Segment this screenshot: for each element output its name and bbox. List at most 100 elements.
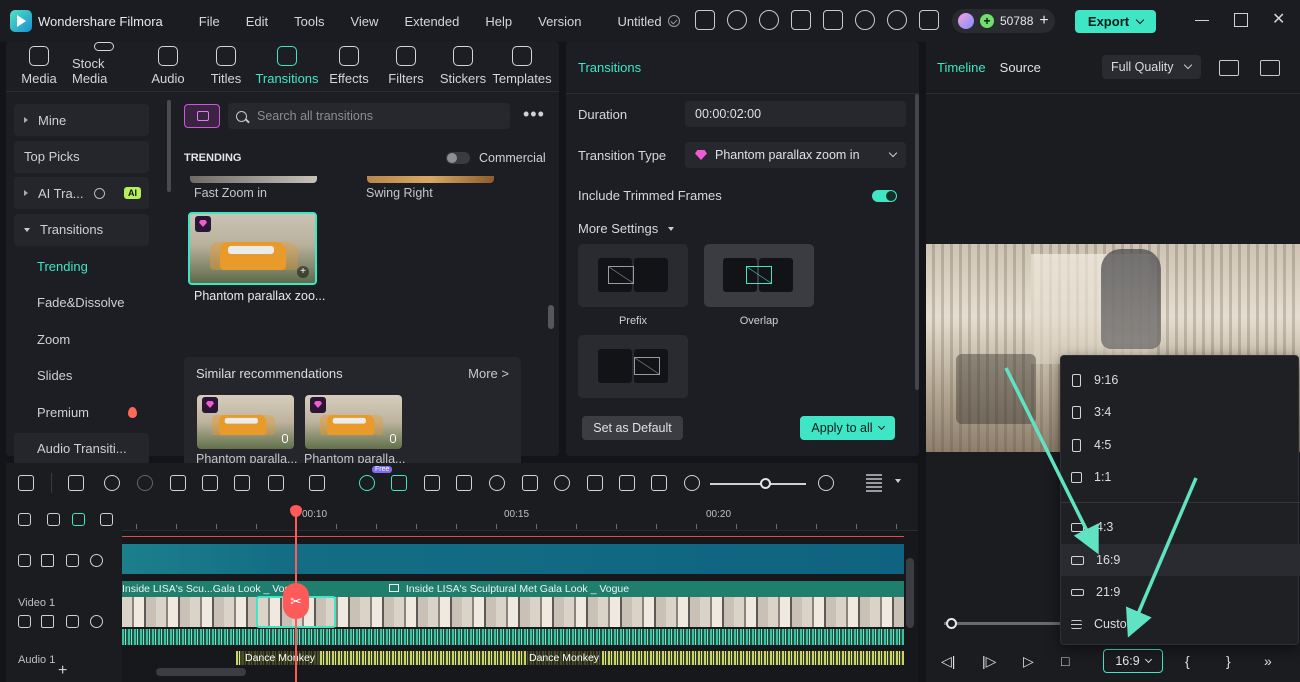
mark-out-icon[interactable]: } xyxy=(1226,653,1231,669)
eye-icon[interactable] xyxy=(90,615,103,628)
ratio-option-custom[interactable]: Custom xyxy=(1061,608,1300,640)
commercial-toggle[interactable]: Commercial xyxy=(446,151,546,165)
similar-thumbnail[interactable] xyxy=(305,395,402,449)
quality-select[interactable]: Full Quality xyxy=(1102,55,1201,79)
speaker-icon[interactable] xyxy=(41,554,54,567)
sidebar-item-premium[interactable]: Premium xyxy=(14,396,149,428)
previous-frame-icon[interactable]: ◁| xyxy=(941,653,955,670)
menu-version[interactable]: Version xyxy=(538,14,581,29)
ratio-option-4-3[interactable]: 4:3 xyxy=(1061,511,1300,543)
set-as-default-button[interactable]: Set as Default xyxy=(582,416,683,440)
split-scissors-icon[interactable] xyxy=(202,475,218,491)
sidebar-item-top-picks[interactable]: Top Picks xyxy=(14,140,149,173)
gift-icon[interactable] xyxy=(695,10,715,30)
tab-effects[interactable]: Effects xyxy=(322,42,376,91)
send-icon[interactable] xyxy=(727,10,747,30)
headset-icon[interactable] xyxy=(887,10,907,30)
ratio-option-16-9[interactable]: 16:9 xyxy=(1061,544,1300,576)
lock-icon[interactable] xyxy=(18,615,31,628)
tab-source[interactable]: Source xyxy=(1000,60,1041,75)
more-controls-icon[interactable]: » xyxy=(1264,653,1272,669)
pip-icon[interactable] xyxy=(651,475,667,491)
tab-transitions[interactable]: Transitions xyxy=(252,42,322,91)
replace-icon[interactable] xyxy=(424,475,440,491)
ratio-option-1-1[interactable]: 1:1 xyxy=(1061,461,1300,493)
speed-icon[interactable] xyxy=(489,475,505,491)
video-clip-header[interactable]: Inside LISA's Scu...Gala Look _ Vogue In… xyxy=(122,581,904,597)
tab-timeline[interactable]: Timeline xyxy=(937,60,986,75)
split-scissors-icon[interactable]: ✂ xyxy=(283,583,309,619)
ratio-option-3-4[interactable]: 3:4 xyxy=(1061,396,1300,428)
sidebar-item-trending[interactable]: Trending xyxy=(14,250,149,282)
close-button[interactable]: ✕ xyxy=(1272,9,1286,28)
timeline-vertical-scrollbar[interactable] xyxy=(906,558,914,628)
grid-view-icon[interactable] xyxy=(1219,60,1239,76)
sidebar-item-transitions[interactable]: Transitions xyxy=(14,213,149,246)
link-icon[interactable] xyxy=(72,513,85,526)
adjustment-clip[interactable] xyxy=(122,544,904,574)
redo-icon[interactable] xyxy=(137,475,153,491)
mode-overlap[interactable] xyxy=(704,244,814,307)
tab-stock-media[interactable]: Stock Media xyxy=(72,42,136,91)
menu-file[interactable]: File xyxy=(199,14,220,29)
premium-filter-button[interactable] xyxy=(184,104,220,128)
properties-scrollbar[interactable] xyxy=(915,94,919,390)
lock-icon[interactable] xyxy=(18,554,31,567)
duration-field[interactable]: 00:00:02:00 xyxy=(685,101,906,127)
help-icon[interactable] xyxy=(93,187,105,199)
minimize-button[interactable] xyxy=(1195,13,1209,21)
ratio-option-9-16[interactable]: 9:16 xyxy=(1061,364,1300,396)
tab-filters[interactable]: Filters xyxy=(376,42,436,91)
apps-grid-icon[interactable] xyxy=(919,10,939,30)
sidebar-item-fade-dissolve[interactable]: Fade&Dissolve xyxy=(14,287,149,319)
text-icon[interactable] xyxy=(234,475,250,491)
hide-track-icon[interactable] xyxy=(66,554,79,567)
menu-view[interactable]: View xyxy=(350,14,378,29)
waveform-scope-icon[interactable] xyxy=(1260,60,1280,76)
sidebar-item-zoom[interactable]: Zoom xyxy=(14,323,149,355)
mode-prefix[interactable] xyxy=(578,244,688,307)
apply-to-all-button[interactable]: Apply to all xyxy=(800,416,895,440)
unlink-icon[interactable] xyxy=(47,513,60,526)
delete-icon[interactable] xyxy=(170,475,186,491)
eye-icon[interactable] xyxy=(90,554,103,567)
menu-extended[interactable]: Extended xyxy=(404,14,459,29)
tab-audio[interactable]: Audio xyxy=(136,42,200,91)
thumbnail-phantom-parallax-zoom-in[interactable]: + xyxy=(188,212,317,285)
menu-edit[interactable]: Edit xyxy=(246,14,268,29)
zoom-slider-handle[interactable] xyxy=(760,478,771,489)
hide-track-icon[interactable] xyxy=(66,615,79,628)
transition-type-select[interactable]: Phantom parallax zoom in xyxy=(685,142,906,168)
settings-gear-icon[interactable] xyxy=(18,513,31,526)
zoom-out-icon[interactable] xyxy=(684,475,700,491)
layout-grid-icon[interactable] xyxy=(18,475,34,491)
zoom-slider-track[interactable] xyxy=(710,483,806,485)
mark-in-icon[interactable]: { xyxy=(1185,653,1190,669)
chevron-down-icon[interactable] xyxy=(895,479,901,483)
timeline-horizontal-scrollbar[interactable] xyxy=(156,668,246,676)
sidebar-scrollbar[interactable] xyxy=(167,100,171,192)
sidebar-item-audio-transitions[interactable]: Audio Transiti... xyxy=(14,432,149,465)
ratio-option-4-5[interactable]: 4:5 xyxy=(1061,429,1300,461)
thumbnail-fast-zoom-in[interactable] xyxy=(190,176,317,183)
add-track-icon[interactable]: + xyxy=(58,662,67,680)
thumbnail-swing-right[interactable] xyxy=(367,176,494,183)
auto-sync-icon[interactable] xyxy=(391,475,407,491)
credits-badge[interactable]: + 50788 + xyxy=(952,9,1055,33)
more-settings-toggle[interactable]: More Settings xyxy=(578,221,675,236)
time-ruler[interactable]: 00:10 00:15 00:20 xyxy=(122,503,918,531)
ratio-option-21-9[interactable]: 21:9 xyxy=(1061,576,1300,608)
undo-icon[interactable] xyxy=(104,475,120,491)
stop-icon[interactable]: □ xyxy=(1061,653,1069,669)
snapshot-icon[interactable] xyxy=(619,475,635,491)
menu-tools[interactable]: Tools xyxy=(294,14,324,29)
tab-templates[interactable]: Templates xyxy=(490,42,554,91)
sidebar-item-slides[interactable]: Slides xyxy=(14,360,149,392)
ai-mate-icon[interactable] xyxy=(359,475,375,491)
more-tools-icon[interactable] xyxy=(309,475,325,491)
ai-copilot-icon[interactable] xyxy=(759,10,779,30)
select-tool-icon[interactable] xyxy=(68,475,84,491)
add-icon[interactable]: + xyxy=(297,266,309,278)
sidebar-item-mine[interactable]: Mine xyxy=(14,104,149,136)
maximize-button[interactable] xyxy=(1234,13,1248,27)
